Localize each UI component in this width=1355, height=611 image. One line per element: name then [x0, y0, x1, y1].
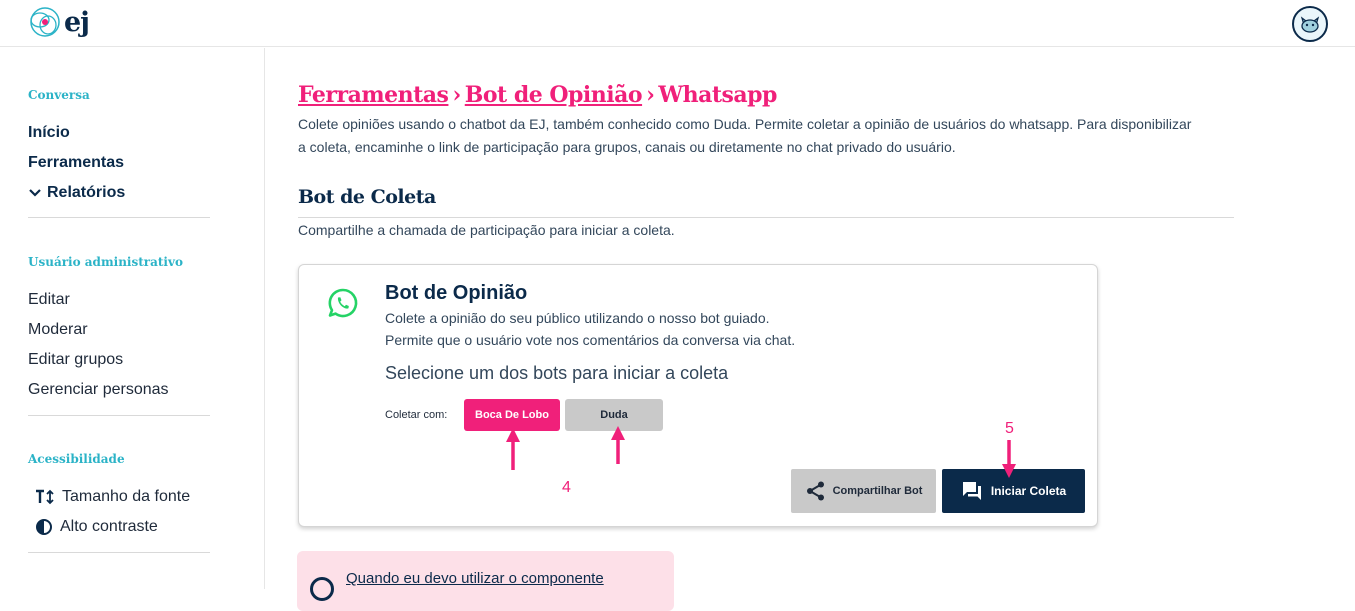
help-link[interactable]: Quando eu devo utilizar o componente: [346, 570, 604, 587]
start-collection-label: Iniciar Coleta: [990, 484, 1067, 498]
logo-text: ej: [64, 6, 90, 38]
annotation-arrow: [1002, 440, 1016, 478]
sidebar-item-relatorios[interactable]: Relatórios: [28, 184, 125, 202]
ej-logo-icon: [30, 7, 60, 37]
section-divider: [298, 217, 1234, 218]
share-bot-button[interactable]: Compartilhar Bot: [791, 469, 936, 513]
sidebar-section-conversa: Conversa: [28, 88, 90, 102]
breadcrumb-bot-opiniao[interactable]: Bot de Opinião: [465, 82, 643, 108]
card-description-2: Permite que o usuário vote nos comentári…: [385, 332, 796, 348]
chat-icon: [962, 482, 981, 500]
breadcrumb-separator: ›: [646, 82, 655, 108]
sidebar-divider: [28, 552, 210, 553]
section-subtitle: Compartilhe a chamada de participação pa…: [298, 222, 675, 238]
cat-avatar-icon[interactable]: [1292, 6, 1328, 42]
section-title: Bot de Coleta: [298, 186, 436, 208]
sidebar-item-ferramentas[interactable]: Ferramentas: [28, 154, 124, 172]
sidebar-item-alto-contraste[interactable]: Alto contraste: [35, 518, 158, 536]
breadcrumb-whatsapp: Whatsapp: [658, 82, 777, 108]
sidebar-section-admin: Usuário administrativo: [28, 255, 183, 269]
sidebar-item-relatorios-label: Relatórios: [47, 184, 126, 201]
page-description: Colete opiniões usando o chatbot da EJ, …: [298, 116, 1192, 155]
sidebar-item-gerenciar-personas[interactable]: Gerenciar personas: [28, 381, 169, 399]
sidebar-item-editar[interactable]: Editar: [28, 291, 70, 309]
sidebar-section-acessibilidade: Acessibilidade: [28, 452, 125, 466]
breadcrumb: Ferramentas › Bot de Opinião › Whatsapp: [298, 82, 777, 108]
breadcrumb-ferramentas[interactable]: Ferramentas: [298, 82, 449, 108]
sidebar-item-inicio[interactable]: Início: [28, 124, 70, 142]
annotation-label-4: 4: [562, 479, 571, 496]
sidebar-divider: [28, 217, 210, 218]
tamanho-fonte-label: Tamanho da fonte: [62, 488, 191, 505]
ej-logo[interactable]: ej: [28, 4, 90, 40]
sidebar-item-moderar[interactable]: Moderar: [28, 321, 88, 339]
alto-contraste-label: Alto contraste: [60, 518, 158, 535]
text-size-icon: [36, 489, 54, 505]
card-title: Bot de Opinião: [385, 282, 528, 304]
top-bar: ej: [0, 0, 1355, 47]
breadcrumb-separator: ›: [452, 82, 461, 108]
card-description-1: Colete a opinião do seu público utilizan…: [385, 310, 770, 326]
whatsapp-icon: [327, 287, 359, 324]
collect-label: Coletar com:: [385, 409, 448, 421]
card-select-text: Selecione um dos bots para iniciar a col…: [385, 363, 729, 383]
annotation-label-5: 5: [1005, 420, 1014, 437]
chevron-down-icon: [29, 189, 41, 197]
annotation-arrow: [506, 428, 520, 470]
help-icon: [310, 577, 334, 601]
share-icon: [806, 481, 824, 501]
help-box: Quando eu devo utilizar o componente: [297, 551, 674, 611]
sidebar: Conversa Início Ferramentas Relatórios U…: [0, 48, 265, 589]
contrast-icon: [36, 519, 52, 535]
sidebar-divider: [28, 415, 210, 416]
share-bot-label: Compartilhar Bot: [832, 485, 923, 497]
sidebar-item-editar-grupos[interactable]: Editar grupos: [28, 351, 123, 369]
bot-card: Bot de Opinião Colete a opinião do seu p…: [298, 264, 1098, 527]
sidebar-item-tamanho-fonte[interactable]: Tamanho da fonte: [35, 488, 190, 506]
annotation-arrow: [611, 426, 625, 464]
